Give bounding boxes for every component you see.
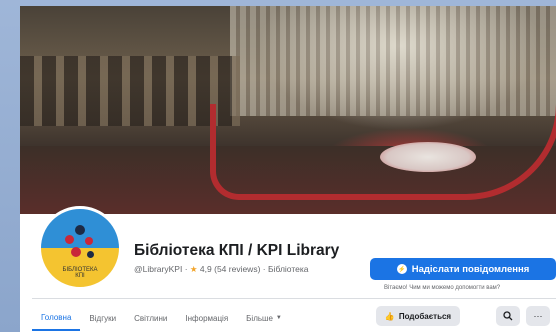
page-tabs: Головна Відгуки Світлини Інформація Біль… bbox=[32, 304, 291, 332]
tab-label: Світлини bbox=[134, 313, 168, 323]
tab-label: Інформація bbox=[185, 313, 229, 323]
page-reviews[interactable]: (54 reviews) bbox=[214, 264, 260, 274]
cover-floor-emblem bbox=[380, 142, 476, 172]
meta-separator: · bbox=[262, 264, 266, 274]
avatar-dot bbox=[87, 251, 94, 258]
like-button[interactable]: 👍 Подобається bbox=[376, 306, 460, 326]
search-icon bbox=[503, 311, 513, 321]
thumbs-up-icon: 👍 bbox=[384, 311, 395, 321]
page-title: Бібліотека КПІ / KPI Library bbox=[134, 242, 340, 259]
facebook-page-card: БІБЛІОТЕКА КПІ Бібліотека КПІ / KPI Libr… bbox=[20, 6, 556, 332]
avatar-label: БІБЛІОТЕКА КПІ bbox=[62, 267, 98, 279]
tab-label: Головна bbox=[41, 312, 72, 322]
page-category: Бібліотека bbox=[268, 264, 309, 274]
page-background: БІБЛІОТЕКА КПІ Бібліотека КПІ / KPI Libr… bbox=[0, 0, 556, 332]
cover-ceiling bbox=[230, 6, 556, 116]
meta-separator: · bbox=[184, 264, 188, 274]
more-options-button[interactable]: ··· bbox=[526, 306, 550, 326]
send-message-button[interactable]: ⚡ Надіслати повідомлення bbox=[370, 258, 556, 280]
tab-label: Відгуки bbox=[89, 313, 117, 323]
chevron-down-icon: ▼ bbox=[275, 315, 282, 321]
page-rating: 4,9 bbox=[199, 264, 212, 274]
divider bbox=[32, 298, 556, 299]
avatar-dot bbox=[85, 237, 93, 245]
tab-more[interactable]: Більше ▼ bbox=[237, 305, 291, 331]
avatar-dot bbox=[71, 247, 81, 257]
page-avatar[interactable]: БІБЛІОТЕКА КПІ bbox=[38, 206, 122, 290]
tab-reviews[interactable]: Відгуки bbox=[80, 305, 125, 331]
tab-about[interactable]: Інформація bbox=[176, 305, 237, 331]
page-meta: @LibraryKPI · ★ 4,9 (54 reviews) · Біблі… bbox=[134, 264, 309, 275]
more-icon: ··· bbox=[533, 311, 543, 321]
message-hint: Вітаємо! Чим ми можемо допомогти вам? bbox=[384, 285, 501, 291]
cover-gallery-wall bbox=[20, 56, 240, 126]
send-message-label: Надіслати повідомлення bbox=[411, 263, 530, 275]
avatar-dot bbox=[65, 235, 74, 244]
like-label: Подобається bbox=[398, 311, 452, 321]
search-button[interactable] bbox=[496, 306, 520, 326]
page-handle: @LibraryKPI bbox=[134, 264, 183, 274]
cover-photo[interactable] bbox=[20, 6, 556, 214]
star-icon: ★ bbox=[189, 264, 198, 274]
tab-home[interactable]: Головна bbox=[32, 305, 81, 331]
tab-photos[interactable]: Світлини bbox=[125, 305, 176, 331]
messenger-icon: ⚡ bbox=[396, 264, 407, 274]
avatar-dot bbox=[75, 225, 85, 235]
tab-label: Більше bbox=[246, 313, 273, 323]
